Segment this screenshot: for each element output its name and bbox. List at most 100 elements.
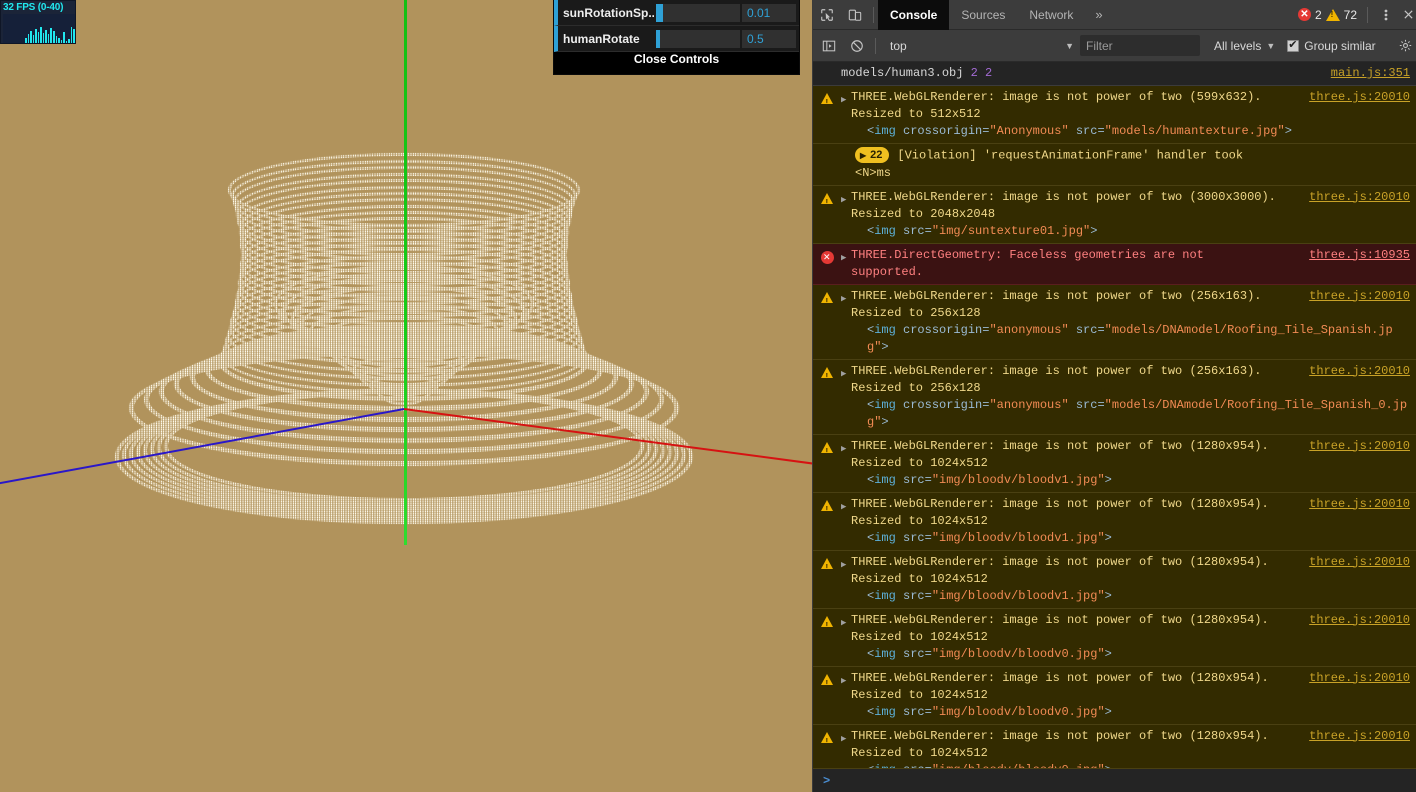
gui-control-0[interactable]: sunRotationSp... 0.01 [554,0,799,26]
console-prompt[interactable]: > [813,768,1416,792]
fps-bar [30,31,32,43]
warning-icon [821,496,841,547]
violation-count-badge[interactable]: ▶ 22 [855,147,890,163]
console-message[interactable]: ▶THREE.WebGLRenderer: image is not power… [813,359,1416,435]
message-source-link[interactable]: three.js:20010 [1309,728,1410,745]
console-sidebar-icon[interactable] [815,32,843,60]
fps-bar [63,32,65,43]
toolbar-divider [873,6,874,23]
axis-helper-y [404,0,407,545]
console-message-detail: <img src="img/bloodv/bloodv1.jpg"> [867,472,1112,487]
fps-label: 32 FPS (0-40) [3,2,64,13]
console-message[interactable]: ▶THREE.WebGLRenderer: image is not power… [813,608,1416,667]
message-source-link[interactable]: three.js:20010 [1309,496,1410,513]
console-message-list[interactable]: models/human3.obj 2 2main.js:351▶THREE.W… [813,62,1416,768]
message-icon-spacer [821,65,841,82]
console-message[interactable]: ▶THREE.WebGLRenderer: image is not power… [813,724,1416,769]
devtools-panel: ConsoleSourcesNetwork » ✕ 2 72 [812,0,1416,792]
device-toolbar-icon[interactable] [841,1,869,29]
expand-message-icon[interactable]: ▶ [841,288,851,356]
close-devtools-icon[interactable] [1400,1,1416,29]
message-source-link[interactable]: three.js:20010 [1309,363,1410,380]
message-source-link[interactable]: three.js:20010 [1309,554,1410,571]
gui-value-input[interactable]: 0.5 [742,29,796,48]
more-options-icon[interactable] [1372,1,1400,29]
fps-bar [53,31,55,43]
warning-icon [821,438,841,489]
console-message-text: ▶ 22 [Violation] 'requestAnimationFrame' h… [855,147,1244,180]
fps-bar [55,36,58,43]
message-source-link[interactable]: three.js:20010 [1309,612,1410,629]
console-message[interactable]: ▶THREE.WebGLRenderer: image is not power… [813,550,1416,609]
fps-bar [50,28,53,43]
expand-message-icon[interactable]: ▶ [841,670,851,721]
console-message-body: THREE.WebGLRenderer: image is not power … [851,554,1410,605]
warning-icon [821,554,841,605]
execution-context-label: top [890,38,907,53]
issue-counts[interactable]: ✕ 2 72 [1297,7,1363,22]
toolbar-divider-2 [1367,6,1368,23]
message-source-link[interactable]: three.js:20010 [1309,189,1410,206]
warning-count: 72 [1343,7,1357,22]
console-message-text: THREE.WebGLRenderer: image is not power … [851,670,1410,702]
tab-console[interactable]: Console [878,0,950,30]
console-message[interactable]: ▶THREE.DirectGeometry: Faceless geometri… [813,243,1416,285]
message-source-link[interactable]: three.js:10935 [1309,247,1410,264]
console-message[interactable]: ▶THREE.WebGLRenderer: image is not power… [813,492,1416,551]
group-similar-toggle[interactable]: Group similar [1287,38,1376,53]
gui-control-1[interactable]: humanRotate 0.5 [554,26,799,52]
execution-context-select[interactable]: top ▼ [884,35,1080,57]
expand-message-icon[interactable]: ▶ [841,728,851,769]
group-similar-checkbox[interactable] [1287,38,1300,52]
inspect-element-icon[interactable] [813,1,841,29]
tab-network[interactable]: Network [1017,0,1085,30]
console-message[interactable]: ▶THREE.WebGLRenderer: image is not power… [813,86,1416,144]
message-source-link[interactable]: three.js:20010 [1309,438,1410,455]
console-message[interactable]: ▶THREE.WebGLRenderer: image is not power… [813,434,1416,493]
expand-message-icon[interactable]: ▶ [841,496,851,547]
expand-message-icon[interactable]: ▶ [841,612,851,663]
message-source-link[interactable]: three.js:20010 [1309,670,1410,687]
webgl-viewport[interactable] [0,0,812,792]
fps-bar [35,29,37,43]
warning-icon [821,612,841,663]
console-message-detail: <img crossorigin="anonymous" src="models… [867,322,1393,354]
console-message[interactable]: models/human3.obj 2 2 main.js:351 [813,62,1416,86]
expand-message-icon[interactable]: ▶ [841,438,851,489]
fps-stats-panel[interactable]: 32 FPS (0-40) [0,0,76,44]
expand-message-icon[interactable]: ▶ [841,247,851,281]
gui-slider[interactable] [656,29,740,48]
dat-gui-panel[interactable]: sunRotationSp... 0.01 humanRotate 0.5 Close… [554,0,799,74]
fps-bar [70,27,73,43]
message-source-link[interactable]: three.js:20010 [1309,288,1410,305]
expand-message-icon[interactable]: ▶ [841,189,851,240]
console-filter-toolbar: top ▼ All levels ▼ Group similar [813,30,1416,62]
expand-message-icon[interactable]: ▶ [841,363,851,431]
console-message-detail: <img crossorigin="anonymous" src="models… [867,397,1408,429]
expand-message-icon[interactable]: ▶ [841,554,851,605]
tab-sources[interactable]: Sources [949,0,1017,30]
console-message[interactable]: ▶ 22 [Violation] 'requestAnimationFrame' h… [813,144,1416,186]
gui-slider[interactable] [656,3,740,22]
console-message[interactable]: ▶THREE.WebGLRenderer: image is not power… [813,666,1416,725]
console-message[interactable]: ▶THREE.WebGLRenderer: image is not power… [813,284,1416,360]
log-levels-select[interactable]: All levels ▼ [1208,35,1281,57]
console-message[interactable]: ▶THREE.WebGLRenderer: image is not power… [813,185,1416,244]
console-message-body: THREE.WebGLRenderer: image is not power … [851,612,1410,663]
fps-bar [47,34,50,43]
expand-message-icon[interactable]: ▶ [841,89,851,140]
fps-bar [45,30,47,43]
gui-control-label: sunRotationSp... [563,5,654,20]
message-source-link[interactable]: main.js:351 [1331,65,1410,82]
console-settings-icon[interactable] [1396,32,1414,60]
close-controls-button[interactable]: Close Controls [554,52,799,74]
error-count: 2 [1314,7,1322,22]
console-filter-input[interactable] [1080,35,1200,56]
console-message-text: THREE.WebGLRenderer: image is not power … [851,363,1410,395]
gui-value-input[interactable]: 0.01 [742,3,796,22]
more-tabs-button[interactable]: » [1085,7,1112,22]
message-source-link[interactable]: three.js:20010 [1309,89,1410,106]
fps-bar [68,39,70,43]
clear-console-icon[interactable] [843,32,871,60]
fps-bar [42,33,45,43]
